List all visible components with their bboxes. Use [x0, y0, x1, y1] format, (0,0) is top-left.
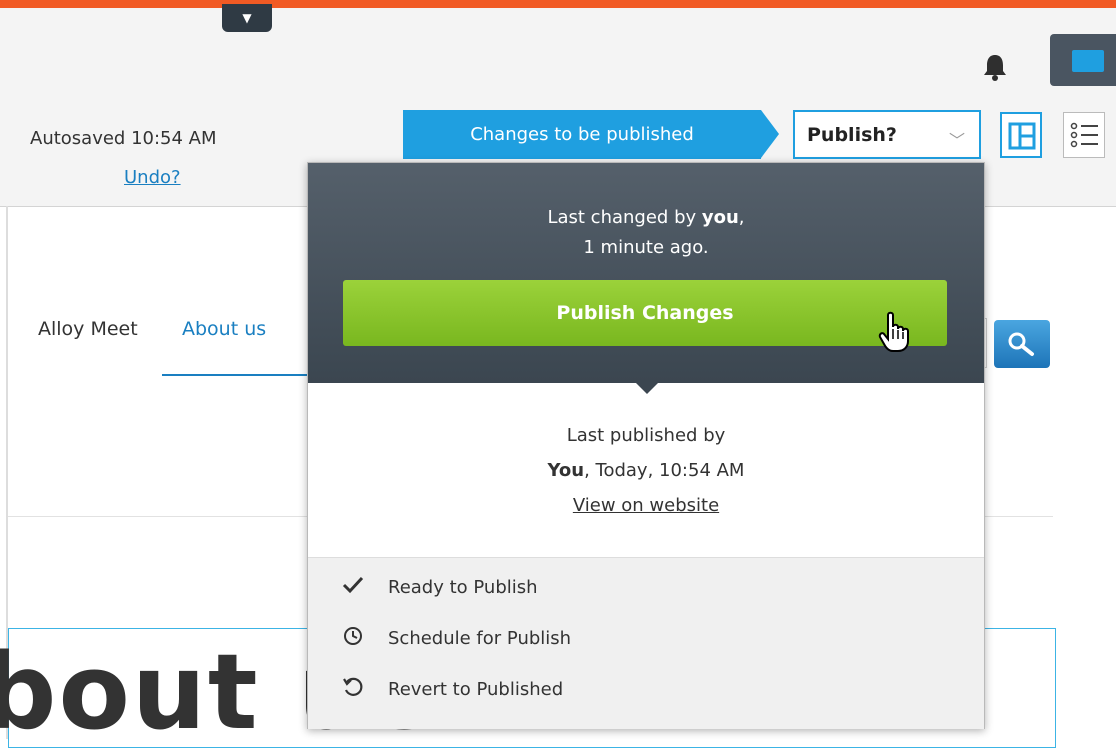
site-nav-about-us[interactable]: About us	[182, 318, 266, 340]
view-on-website-link[interactable]: View on website	[573, 495, 719, 516]
last-changed-time: 1 minute ago.	[583, 237, 709, 258]
last-changed-user: you	[701, 207, 739, 228]
last-changed-suffix: ,	[738, 207, 745, 228]
site-nav-alloy-meet[interactable]: Alloy Meet	[38, 318, 138, 340]
list-icon	[1070, 122, 1098, 148]
last-published-label: Last published by	[566, 425, 726, 446]
revert-to-published-item[interactable]: Revert to Published	[340, 676, 563, 703]
navigation-pane-button[interactable]	[1050, 34, 1116, 86]
ready-to-publish-label: Ready to Publish	[388, 577, 538, 598]
status-tag-label: Changes to be published	[470, 124, 694, 145]
chevron-down-icon: ﹀	[948, 131, 965, 150]
last-published-info: Last published by You, Today, 10:54 AM V…	[308, 418, 984, 523]
layout-view-button[interactable]	[1000, 112, 1042, 158]
list-view-button[interactable]	[1063, 112, 1105, 158]
top-accent-bar	[0, 0, 1116, 8]
global-header	[0, 8, 1116, 100]
last-published-user: You	[547, 460, 585, 481]
search-icon	[1008, 332, 1034, 356]
layout-icon	[1008, 122, 1036, 150]
revert-icon	[340, 676, 366, 703]
status-tag: Changes to be published	[403, 110, 779, 159]
publish-menu-button[interactable]: Publish? ﹀	[793, 110, 981, 159]
hand-cursor-icon	[878, 311, 909, 352]
popover-header: Last changed by you, 1 minute ago. Publi…	[308, 163, 984, 394]
revert-to-published-label: Revert to Published	[388, 679, 564, 700]
publish-changes-button[interactable]: Publish Changes	[343, 280, 947, 346]
last-changed-prefix: Last changed by	[547, 207, 702, 228]
publish-popover: Last changed by you, 1 minute ago. Publi…	[307, 162, 985, 729]
autosave-status: Autosaved 10:54 AM	[30, 128, 217, 149]
schedule-for-publish-item[interactable]: Schedule for Publish	[340, 626, 571, 651]
schedule-for-publish-label: Schedule for Publish	[388, 628, 572, 649]
undo-link[interactable]: Undo?	[124, 167, 181, 188]
bell-icon	[984, 55, 1006, 81]
active-nav-underline	[162, 374, 308, 376]
last-changed-info: Last changed by you, 1 minute ago.	[308, 203, 984, 263]
publish-changes-label: Publish Changes	[556, 302, 734, 324]
search-button[interactable]	[994, 320, 1050, 368]
last-published-time: , Today, 10:54 AM	[584, 460, 745, 481]
notification-bell[interactable]	[982, 53, 1008, 81]
header-toggle-button[interactable]: ▼	[222, 4, 272, 32]
publish-menu-label: Publish?	[807, 123, 897, 146]
publish-actions-list: Ready to Publish Schedule for Publish Re…	[308, 557, 984, 729]
ready-to-publish-item[interactable]: Ready to Publish	[340, 576, 538, 599]
clock-icon	[340, 626, 366, 651]
last-published-detail: You, Today, 10:54 AM	[308, 453, 984, 488]
folder-icon	[1072, 50, 1104, 72]
checkmark-icon	[340, 576, 366, 599]
caret-down-icon: ▼	[242, 11, 252, 25]
